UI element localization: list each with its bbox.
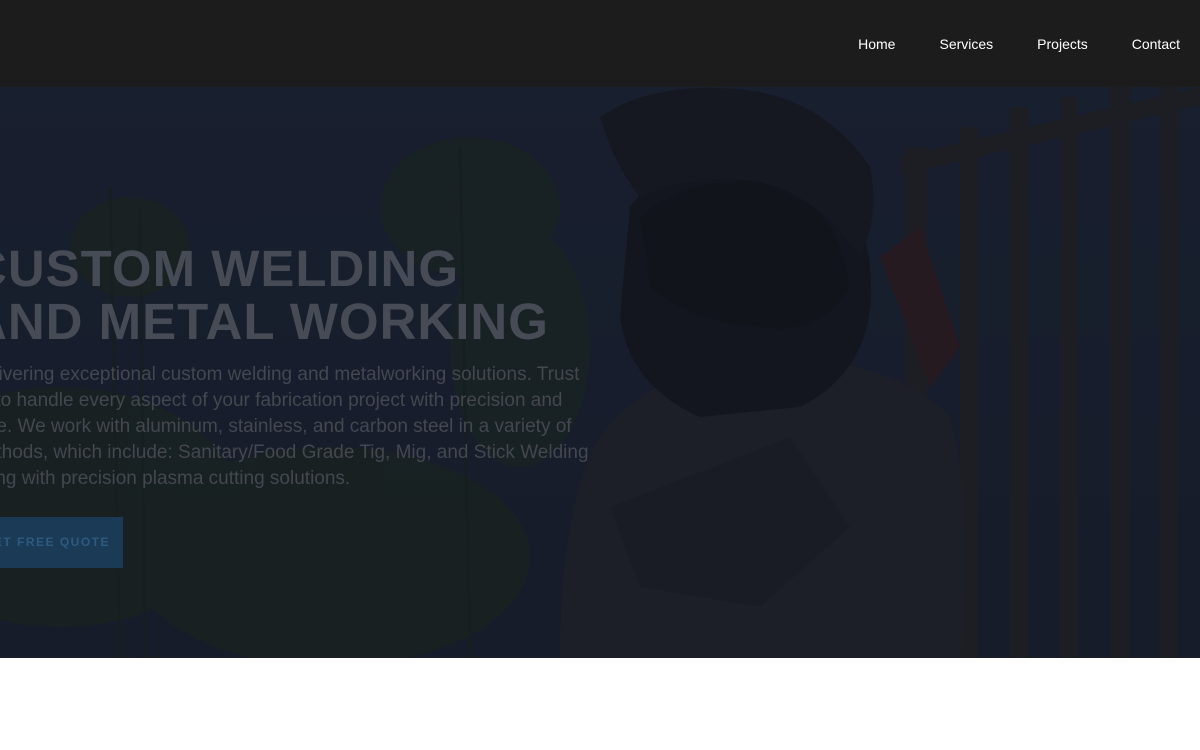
hero-title-line-1: CUSTOM WELDING bbox=[0, 240, 460, 297]
nav-link-services[interactable]: Services bbox=[939, 36, 993, 52]
hero-title: CUSTOM WELDING AND METAL WORKING bbox=[0, 242, 630, 348]
hero-description: Delivering exceptional custom welding an… bbox=[0, 364, 589, 489]
hero-content: CUSTOM WELDING AND METAL WORKING Deliver… bbox=[0, 242, 630, 492]
hero-title-line-2: AND METAL WORKING bbox=[0, 293, 549, 350]
get-free-quote-button[interactable]: GET FREE QUOTE bbox=[0, 517, 123, 568]
nav-links: Home Services Projects Contact bbox=[858, 0, 1200, 87]
nav-link-home[interactable]: Home bbox=[858, 36, 895, 52]
top-navigation-bar: Home Services Projects Contact bbox=[0, 0, 1200, 87]
nav-link-projects[interactable]: Projects bbox=[1037, 36, 1088, 52]
hero-section: CUSTOM WELDING AND METAL WORKING Deliver… bbox=[0, 87, 1200, 658]
nav-link-contact[interactable]: Contact bbox=[1132, 36, 1180, 52]
